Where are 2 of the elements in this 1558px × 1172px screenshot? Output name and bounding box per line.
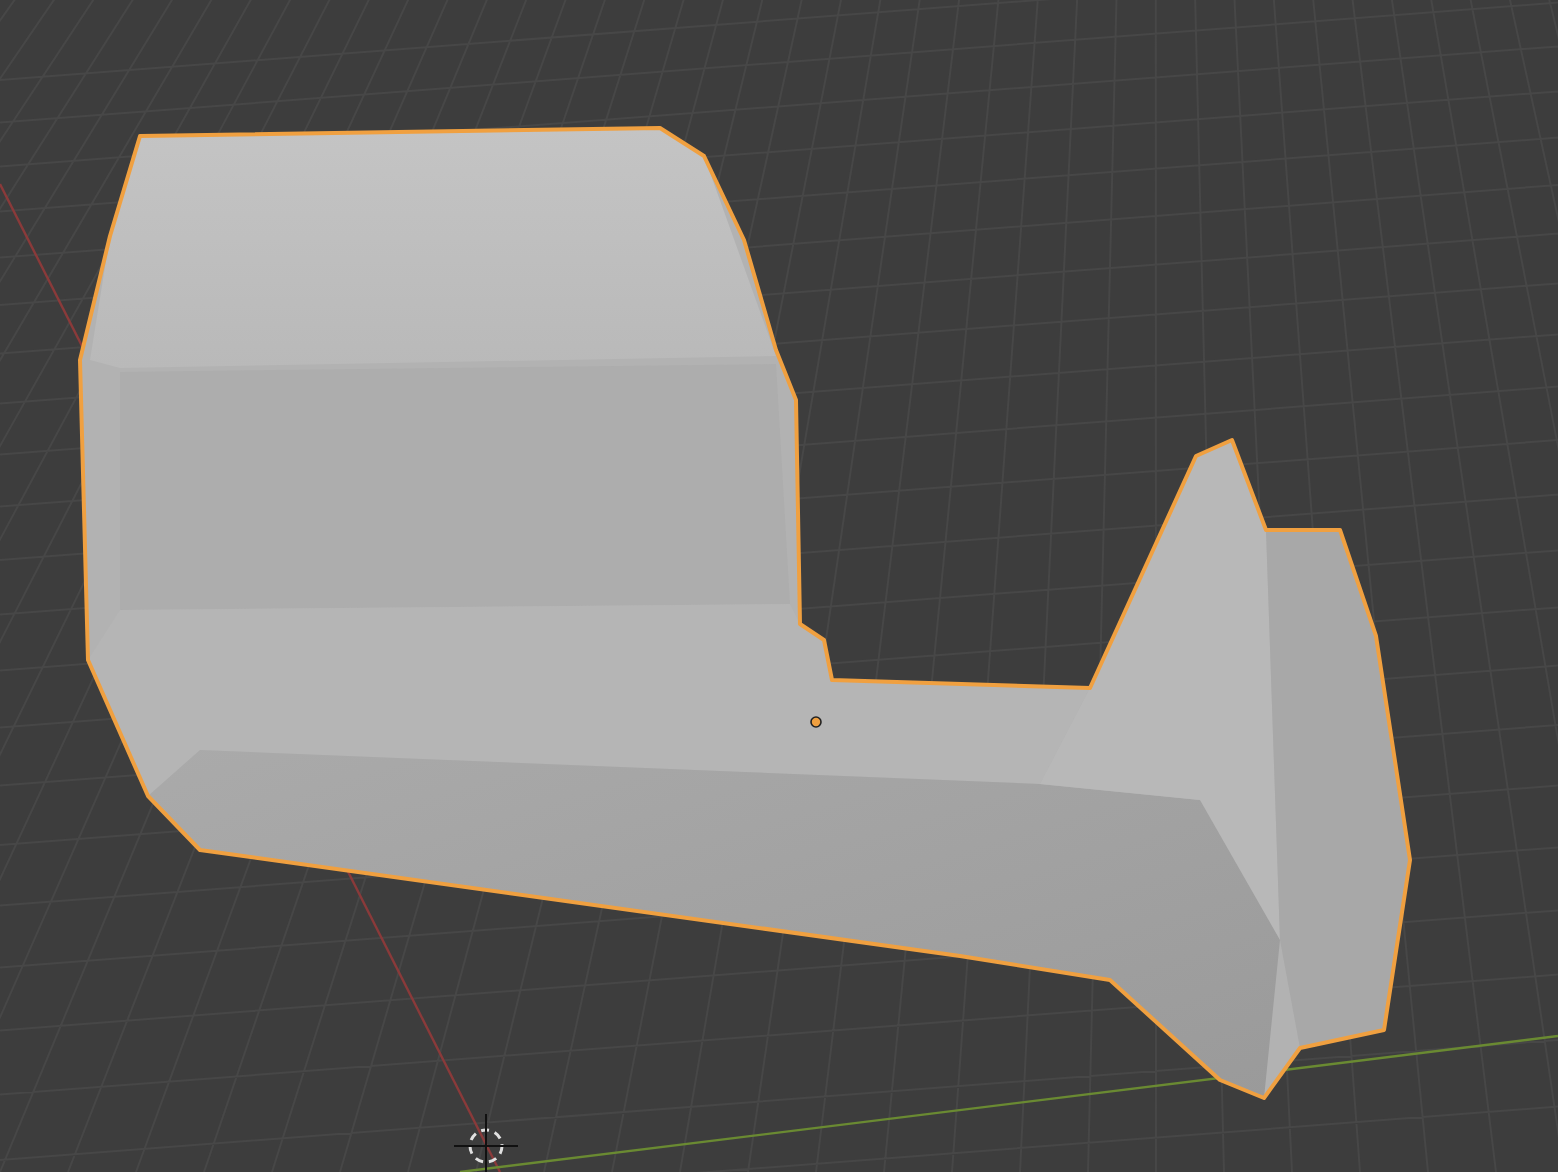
3d-cursor-icon[interactable] [453,1113,519,1172]
mirror-model-drawing[interactable] [78,126,1412,1100]
